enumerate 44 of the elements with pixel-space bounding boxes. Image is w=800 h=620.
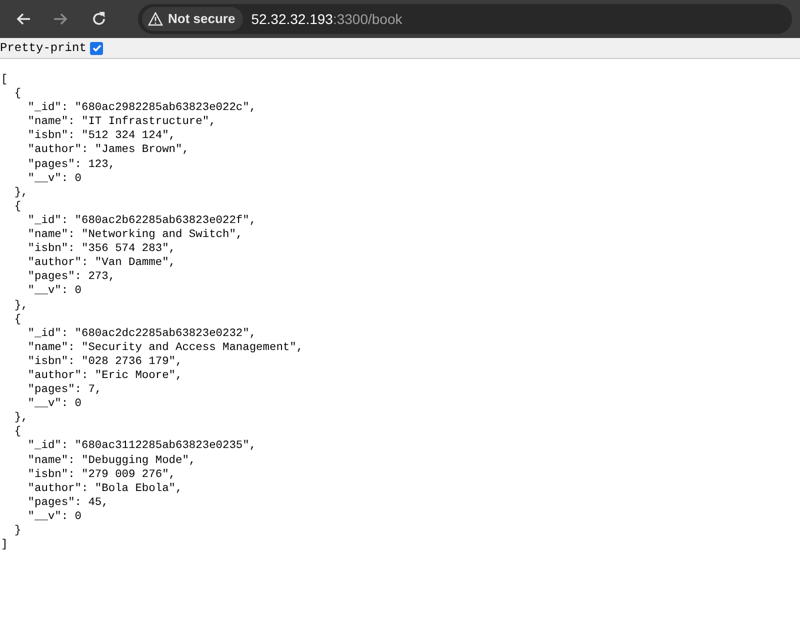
json-bracket: [ xyxy=(1,73,8,88)
json-line: "name": "Networking and Switch", xyxy=(28,228,243,242)
json-line: "__v": 0 xyxy=(28,284,82,298)
pretty-print-label: Pretty-print xyxy=(0,40,86,57)
json-brace: }, xyxy=(14,411,28,426)
json-line: "_id": "680ac3112285ab63823e0235", xyxy=(28,439,256,454)
json-line: "isbn": "279 009 276", xyxy=(28,468,176,482)
address-bar[interactable]: Not secure 52.32.32.193:3300/book xyxy=(138,4,792,34)
json-line: "author": "James Brown", xyxy=(28,143,189,158)
json-line: "author": "Van Damme", xyxy=(28,256,176,270)
json-brace: { xyxy=(14,425,22,440)
back-icon xyxy=(15,11,31,27)
json-brace: }, xyxy=(14,298,28,313)
json-brace: } xyxy=(14,524,22,538)
forward-icon xyxy=(53,11,69,27)
json-line: "pages": 273, xyxy=(28,270,116,284)
json-line: "name": "Security and Access Management", xyxy=(28,340,304,355)
json-brace: }, xyxy=(14,186,28,200)
json-line: "_id": "680ac2b62285ab63823e022f", xyxy=(28,214,256,228)
json-line: "author": "Eric Moore", xyxy=(28,368,182,384)
json-line: "name": "Debugging Mode", xyxy=(28,454,196,468)
json-line: "isbn": "356 574 283", xyxy=(28,242,176,256)
json-line: "pages": 7, xyxy=(28,383,102,398)
url-host: 52.32.32.193 xyxy=(251,10,333,28)
json-line: "_id": "680ac2dc2285ab63823e0232", xyxy=(28,326,256,341)
json-brace: { xyxy=(14,200,22,214)
json-brace: { xyxy=(14,312,22,327)
json-line: "name": "IT Infrastructure", xyxy=(28,115,216,130)
json-line: "isbn": "028 2736 179", xyxy=(28,354,182,369)
json-line: "__v": 0 xyxy=(28,397,82,412)
json-line: "pages": 123, xyxy=(28,158,116,172)
reload-icon xyxy=(91,11,107,27)
pretty-print-checkbox[interactable] xyxy=(90,42,104,54)
json-line: "__v": 0 xyxy=(28,510,82,524)
json-line: "isbn": "512 324 124", xyxy=(28,129,176,144)
json-line: "__v": 0 xyxy=(28,172,82,186)
json-bracket: ] xyxy=(1,538,8,552)
json-line: "_id": "680ac2982285ab63823e022c", xyxy=(28,101,256,116)
security-chip[interactable]: Not secure xyxy=(142,7,244,31)
url-path: :3300/book xyxy=(332,10,402,28)
warning-icon xyxy=(148,12,163,26)
json-brace: { xyxy=(14,87,22,102)
json-line: "pages": 45, xyxy=(28,496,108,510)
json-line: "author": "Bola Ebola", xyxy=(28,482,182,496)
